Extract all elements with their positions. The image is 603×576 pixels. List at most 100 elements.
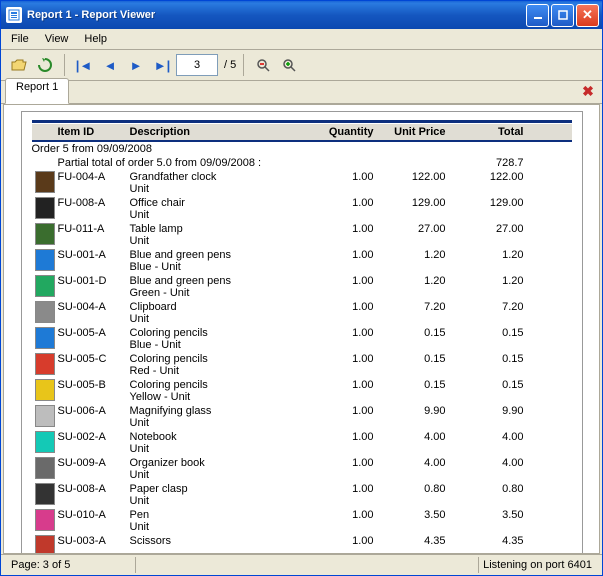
cell-description: PenUnit [130,509,318,533]
col-item-id: Item ID [58,126,130,138]
cell-item-id: FU-008-A [58,197,130,209]
cell-unit-price: 0.15 [382,327,450,339]
cell-item-id: FU-011-A [58,223,130,235]
cell-description: ClipboardUnit [130,301,318,325]
partial-total-value: 728.7 [450,157,524,169]
app-window: Report 1 - Report Viewer ✕ File View Hel… [0,0,603,576]
next-page-button[interactable]: ► [124,53,148,77]
item-thumbnail-icon [35,535,55,553]
cell-total: 4.00 [450,457,524,469]
cell-description: Organizer bookUnit [130,457,318,481]
cell-description: Magnifying glassUnit [130,405,318,429]
cell-description: Table lampUnit [130,223,318,247]
cell-unit-price: 4.00 [382,457,450,469]
cell-item-id: SU-006-A [58,405,130,417]
item-thumbnail-icon [35,327,55,349]
prev-page-button[interactable]: ◄ [98,53,122,77]
toolbar: |◄ ◄ ► ►| / 5 [1,50,602,81]
report-page: Item ID Description Quantity Unit Price … [21,111,583,553]
table-row: SU-005-CColoring pencilsRed - Unit1.000.… [32,352,572,378]
partial-total-label: Partial total of order 5.0 from 09/09/20… [58,157,318,169]
cell-description: Grandfather clockUnit [130,171,318,195]
tab-report1[interactable]: Report 1 [5,78,69,104]
table-row: SU-004-AClipboardUnit1.007.207.20 [32,300,572,326]
cell-quantity: 1.00 [318,353,382,365]
refresh-button[interactable] [33,53,57,77]
header-rule [32,120,572,123]
cell-item-id: FU-004-A [58,171,130,183]
maximize-button[interactable] [551,4,574,27]
cell-quantity: 1.00 [318,483,382,495]
table-row: SU-010-APenUnit1.003.503.50 [32,508,572,534]
table-row: SU-009-AOrganizer bookUnit1.004.004.00 [32,456,572,482]
zoom-out-button[interactable] [251,53,275,77]
cell-quantity: 1.00 [318,301,382,313]
cell-unit-price: 7.20 [382,301,450,313]
item-thumbnail-icon [35,171,55,193]
separator [64,54,65,76]
item-thumbnail-icon [35,405,55,427]
cell-quantity: 1.00 [318,249,382,261]
item-thumbnail-icon [35,431,55,453]
titlebar: Report 1 - Report Viewer ✕ [1,1,602,29]
cell-total: 1.20 [450,275,524,287]
menu-help[interactable]: Help [76,31,115,47]
separator [243,54,244,76]
item-thumbnail-icon [35,275,55,297]
app-icon [6,7,22,23]
window-title: Report 1 - Report Viewer [27,9,526,21]
cell-quantity: 1.00 [318,457,382,469]
data-rows: FU-004-AGrandfather clockUnit1.00122.001… [32,170,572,553]
scroll-area[interactable]: Item ID Description Quantity Unit Price … [4,105,599,553]
table-row: FU-008-AOffice chairUnit1.00129.00129.00 [32,196,572,222]
cell-description: Office chairUnit [130,197,318,221]
zoom-in-button[interactable] [277,53,301,77]
status-connection: Listening on port 6401 [478,557,596,573]
statusbar: Page: 3 of 5 Listening on port 6401 [1,554,602,575]
cell-total: 129.00 [450,197,524,209]
item-thumbnail-icon [35,483,55,505]
cell-total: 27.00 [450,223,524,235]
cell-total: 0.15 [450,327,524,339]
col-unit-price: Unit Price [382,126,450,138]
item-thumbnail-icon [35,379,55,401]
first-page-button[interactable]: |◄ [72,53,96,77]
cell-item-id: SU-003-A [58,535,130,547]
cell-unit-price: 4.00 [382,431,450,443]
menu-file[interactable]: File [3,31,37,47]
last-page-button[interactable]: ►| [150,53,174,77]
cell-item-id: SU-008-A [58,483,130,495]
cell-unit-price: 0.80 [382,483,450,495]
tab-close-icon[interactable]: ✖ [580,83,596,99]
status-page: Page: 3 of 5 [7,557,136,573]
order-heading: Order 5 from 09/09/2008 [32,142,572,156]
cell-unit-price: 3.50 [382,509,450,521]
open-button[interactable] [7,53,31,77]
item-thumbnail-icon [35,223,55,245]
cell-total: 9.90 [450,405,524,417]
page-total-label: / 5 [224,59,236,71]
col-total: Total [450,126,524,138]
cell-total: 7.20 [450,301,524,313]
cell-total: 1.20 [450,249,524,261]
page-number-input[interactable] [176,54,218,76]
table-row: FU-004-AGrandfather clockUnit1.00122.001… [32,170,572,196]
cell-total: 4.00 [450,431,524,443]
table-row: SU-002-ANotebookUnit1.004.004.00 [32,430,572,456]
table-row: SU-001-ABlue and green pensBlue - Unit1.… [32,248,572,274]
cell-item-id: SU-005-A [58,327,130,339]
menu-view[interactable]: View [37,31,77,47]
cell-description: Coloring pencilsYellow - Unit [130,379,318,403]
cell-quantity: 1.00 [318,405,382,417]
close-button[interactable]: ✕ [576,4,599,27]
cell-quantity: 1.00 [318,327,382,339]
table-row: SU-005-AColoring pencilsBlue - Unit1.000… [32,326,572,352]
table-row: SU-001-DBlue and green pensGreen - Unit1… [32,274,572,300]
table-row: SU-005-BColoring pencilsYellow - Unit1.0… [32,378,572,404]
cell-quantity: 1.00 [318,535,382,547]
table-row: SU-003-AScissors1.004.354.35 [32,534,572,553]
cell-total: 4.35 [450,535,524,547]
cell-unit-price: 0.15 [382,379,450,391]
minimize-button[interactable] [526,4,549,27]
item-thumbnail-icon [35,457,55,479]
